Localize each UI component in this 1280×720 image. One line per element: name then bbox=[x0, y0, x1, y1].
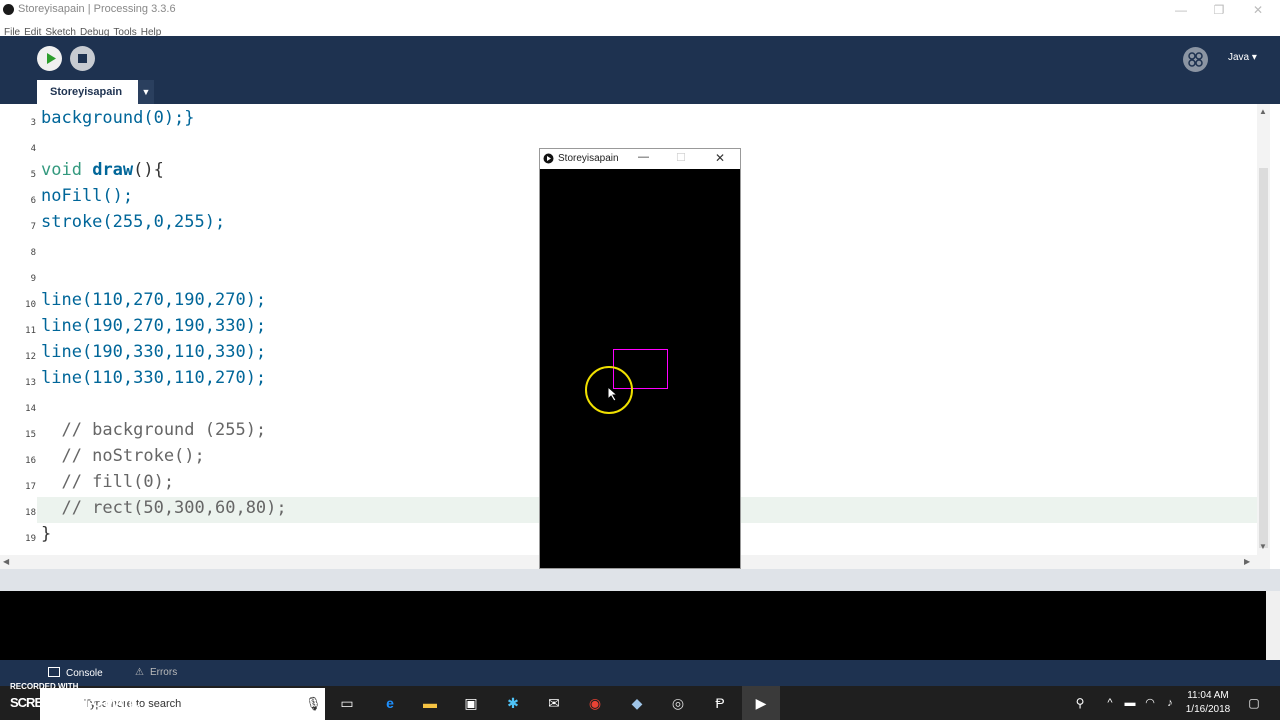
recorded-with-label: RECORDED WITH bbox=[10, 682, 79, 691]
microphone-icon[interactable]: 🎙 bbox=[305, 696, 322, 712]
mail-icon[interactable]: ✉ bbox=[545, 694, 563, 712]
line-number: 14 bbox=[25, 404, 36, 414]
processing-app-icon bbox=[543, 153, 554, 164]
line-number: 5 bbox=[30, 170, 36, 180]
line-number: 8 bbox=[30, 248, 36, 258]
code-line[interactable]: void draw(){ bbox=[41, 160, 164, 180]
scroll-right-icon[interactable]: ▶ bbox=[1244, 557, 1250, 566]
tab-menu-button[interactable]: ▼ bbox=[138, 80, 154, 104]
minimize-icon[interactable]: — bbox=[638, 151, 649, 163]
sketch-title-bar[interactable]: Storeyisapain — ☐ ✕ bbox=[540, 149, 740, 169]
mouse-cursor-icon bbox=[607, 386, 619, 402]
code-line[interactable]: line(110,270,190,270); bbox=[41, 290, 266, 310]
butterfly-icon bbox=[1188, 52, 1203, 67]
scroll-down-icon[interactable]: ▼ bbox=[1259, 542, 1267, 551]
menu-bar: File Edit Sketch Debug Tools Help bbox=[0, 20, 1280, 38]
maximize-icon[interactable]: ❐ bbox=[1204, 2, 1234, 18]
wifi-icon[interactable]: ◠ bbox=[1141, 694, 1159, 712]
battery-icon[interactable]: ▬ bbox=[1121, 694, 1139, 712]
tab-errors-label: Errors bbox=[149, 667, 178, 678]
run-button[interactable] bbox=[37, 46, 62, 71]
code-line[interactable]: noFill(); bbox=[41, 186, 133, 206]
code-comment[interactable]: // rect(50,300,60,80); bbox=[41, 498, 286, 518]
mode-label: Java bbox=[1228, 52, 1250, 63]
app-icon[interactable]: ◆ bbox=[628, 694, 646, 712]
line-number: 18 bbox=[25, 508, 36, 518]
console-footer: Console ⚠ Errors bbox=[0, 660, 1280, 686]
window-title: Storeyisapain | Processing 3.3.6 bbox=[18, 3, 176, 15]
console-icon bbox=[48, 667, 60, 677]
debug-mode-button[interactable] bbox=[1183, 47, 1208, 72]
code-line[interactable]: background(0);} bbox=[41, 108, 195, 128]
line-number: 6 bbox=[30, 196, 36, 206]
tab-console-label: Console bbox=[66, 668, 103, 679]
line-number: 3 bbox=[30, 118, 36, 128]
chevron-down-icon: ▾ bbox=[1251, 52, 1257, 63]
code-line[interactable]: line(110,330,110,270); bbox=[41, 368, 266, 388]
close-icon[interactable]: ✕ bbox=[715, 151, 725, 165]
line-number: 15 bbox=[25, 430, 36, 440]
console-output[interactable] bbox=[0, 591, 1266, 660]
chrome-icon[interactable]: ◉ bbox=[586, 694, 604, 712]
volume-icon[interactable]: ♪ bbox=[1161, 694, 1179, 712]
stop-icon bbox=[78, 54, 87, 63]
notifications-icon[interactable]: ▢ bbox=[1245, 694, 1263, 712]
clock[interactable]: 11:04 AM 1/16/2018 bbox=[1178, 689, 1238, 717]
search-app-icon[interactable]: ◎ bbox=[669, 694, 687, 712]
scroll-up-icon[interactable]: ▲ bbox=[1259, 107, 1267, 116]
code-comment[interactable]: // background (255); bbox=[41, 420, 266, 440]
tab-errors[interactable]: ⚠ Errors bbox=[135, 667, 177, 678]
line-number: 13 bbox=[25, 378, 36, 388]
store-icon[interactable]: ▣ bbox=[462, 694, 480, 712]
play-icon bbox=[47, 53, 56, 64]
code-line[interactable]: stroke(255,0,255); bbox=[41, 212, 225, 232]
sketch-window-title: Storeyisapain bbox=[558, 153, 619, 164]
task-view-icon[interactable]: ▭ bbox=[338, 694, 356, 712]
tab-console[interactable]: Console bbox=[48, 667, 103, 679]
editor-console-divider[interactable] bbox=[0, 569, 1280, 591]
line-number: 9 bbox=[30, 274, 36, 284]
line-number: 4 bbox=[30, 144, 36, 154]
tab-label: Storeyisapain bbox=[50, 86, 123, 98]
tab-storeyisapain[interactable]: Storeyisapain bbox=[37, 80, 154, 104]
line-number: 12 bbox=[25, 352, 36, 362]
chevron-up-icon[interactable]: ^ bbox=[1101, 694, 1119, 712]
minimize-icon[interactable]: — bbox=[1166, 2, 1196, 18]
mode-selector[interactable]: Java ▾ bbox=[1228, 52, 1257, 63]
line-number: 16 bbox=[25, 456, 36, 466]
people-icon[interactable]: ⚲ bbox=[1071, 694, 1089, 712]
code-comment[interactable]: // fill(0); bbox=[41, 472, 174, 492]
code-line[interactable]: line(190,270,190,330); bbox=[41, 316, 266, 336]
clock-date: 1/16/2018 bbox=[1185, 704, 1231, 715]
processing-sketch-icon[interactable]: ▶ bbox=[752, 694, 770, 712]
processing-app-icon bbox=[3, 4, 14, 15]
edge-icon[interactable]: e bbox=[381, 694, 399, 712]
code-line[interactable]: } bbox=[41, 524, 51, 544]
line-number: 19 bbox=[25, 534, 36, 544]
scroll-left-icon[interactable]: ◀ bbox=[3, 557, 9, 566]
chevron-down-icon: ▼ bbox=[141, 87, 151, 97]
file-explorer-icon[interactable]: ▬ bbox=[421, 694, 439, 712]
maximize-icon[interactable]: ☐ bbox=[676, 151, 686, 164]
line-number: 17 bbox=[25, 482, 36, 492]
processing-icon[interactable]: Ᵽ bbox=[711, 694, 729, 712]
toolbar bbox=[0, 36, 1280, 104]
clock-time: 11:04 AM bbox=[1187, 690, 1229, 701]
title-bar: Storeyisapain | Processing 3.3.6 — ❐ ✕ bbox=[0, 0, 1280, 20]
stop-button[interactable] bbox=[70, 46, 95, 71]
line-number: 7 bbox=[30, 222, 36, 232]
app-icon[interactable]: ✱ bbox=[504, 694, 522, 712]
console-scrollbar[interactable] bbox=[1266, 591, 1280, 660]
code-line[interactable]: line(190,330,110,330); bbox=[41, 342, 266, 362]
close-icon[interactable]: ✕ bbox=[1243, 2, 1273, 18]
warning-icon: ⚠ bbox=[135, 667, 144, 678]
screencast-watermark: SCREENCAST-O-MATIC bbox=[10, 695, 141, 710]
scroll-thumb[interactable] bbox=[1259, 168, 1268, 548]
line-number: 11 bbox=[25, 326, 36, 336]
code-comment[interactable]: // noStroke(); bbox=[41, 446, 204, 466]
line-number: 10 bbox=[25, 300, 36, 310]
